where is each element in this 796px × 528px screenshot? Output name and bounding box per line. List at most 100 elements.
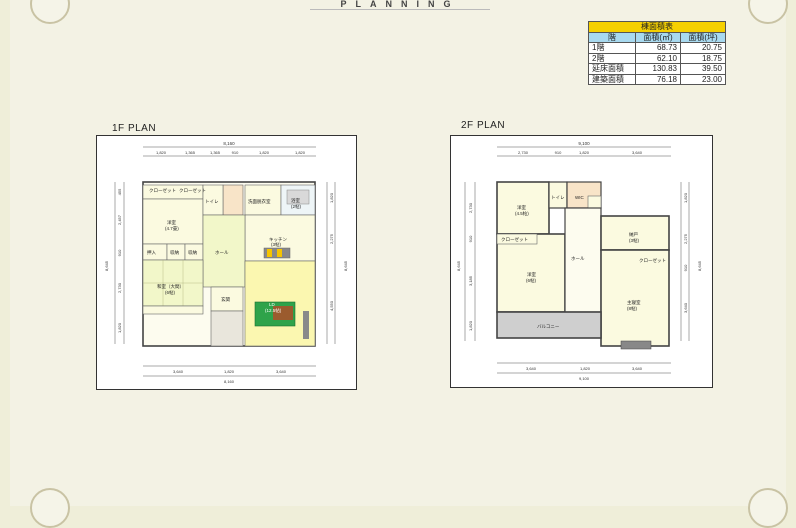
plan1-room-western-size: (4.7畳) <box>165 226 179 231</box>
title-underline <box>310 9 490 14</box>
plan2-left-dim: 2,730 <box>468 202 473 213</box>
plan2-room-room2-size: (6帖) <box>526 277 537 284</box>
area-table-header: 面積(坪) <box>680 31 726 43</box>
plan2-sheet: 9,100 2,730 910 1,820 3,640 3,640 1,820 … <box>450 135 713 388</box>
plan1-left-dim: 1,820 <box>117 322 122 333</box>
plan1-room-ld: LD <box>269 302 276 307</box>
area-table-title: 棟面積表 <box>588 21 726 33</box>
plan2-right-dim: 910 <box>683 264 688 271</box>
plan2-bottom-dim: 3,640 <box>526 366 537 371</box>
plan2-bottom-dim: 3,640 <box>632 366 643 371</box>
plan2-left-dim: 1,820 <box>468 320 473 331</box>
plan2-top-dim: 3,640 <box>632 150 643 155</box>
plan2-room-closet2: クローゼット <box>639 257 666 264</box>
plan2-top-dim: 1,820 <box>579 150 590 155</box>
corner-ornament-bottom-left <box>30 488 70 528</box>
plan2-bottom-total: 9,100 <box>579 376 590 381</box>
plan1-room-washitsu-size: (6帖) <box>165 289 176 296</box>
plan1-top-dim: 910 <box>232 150 239 155</box>
table-row: 1階 68.73 20.75 <box>588 42 726 54</box>
plan2-room-closet: クローゼット <box>501 236 528 243</box>
row-m2: 62.10 <box>635 52 681 64</box>
plan1-room-hall: ホール <box>215 250 229 255</box>
plan2-room-room2: 洋室 <box>527 271 536 278</box>
plan2-room-room1: 洋室 <box>517 204 526 211</box>
area-table: 棟面積表 階 面積(㎡) 面積(坪) 1階 68.73 20.75 2階 62.… <box>588 21 726 85</box>
page-title: PLANNING <box>340 0 460 9</box>
page-frame: PLANNING 棟面積表 階 面積(㎡) 面積(坪) 1階 68.73 20.… <box>0 0 796 528</box>
row-label: 建築面積 <box>588 73 636 85</box>
plan2-top-dim: 910 <box>555 150 562 155</box>
corner-ornament-bottom-right <box>748 488 788 528</box>
table-row: 延床面積 130.83 39.50 <box>588 63 726 75</box>
row-tsubo: 39.50 <box>680 63 726 75</box>
plan2-room-room1-size: (4.5帖) <box>515 210 529 217</box>
plan1-left-dim: 2,730 <box>117 282 122 293</box>
plan2-left-dim: 3,185 <box>468 275 473 286</box>
plan1-room-storage2: 収納 <box>188 249 197 256</box>
area-table-header: 面積(㎡) <box>635 31 681 43</box>
plan1-bottom-total: 8,160 <box>224 379 235 384</box>
plan2-room-wic: WIC <box>575 195 584 200</box>
plan2-right-dim: 1,820 <box>683 192 688 203</box>
plan1-room-western: 洋室 <box>167 219 176 226</box>
plan1-rooms <box>142 181 316 347</box>
plan1-bottom-dim: 1,820 <box>224 369 235 374</box>
plan2-top-total: 9,100 <box>578 141 590 146</box>
plan2-title: 2F PLAN <box>461 120 506 131</box>
plan2-room-master-size: (8帖) <box>627 305 638 312</box>
plan2-drawing: 9,100 2,730 910 1,820 3,640 3,640 1,820 … <box>456 141 702 381</box>
plan1-top-dim: 1,365 <box>210 150 221 155</box>
plan2-room-hall: ホール <box>571 256 585 261</box>
row-m2: 76.18 <box>635 73 681 85</box>
plan2-room-balcony: バルコニー <box>537 324 560 329</box>
plan1-room-genkan: 玄関 <box>221 296 230 303</box>
plan1-right-dim: 1,820 <box>329 192 334 203</box>
row-label: 延床面積 <box>588 63 636 75</box>
plan1-room-toilet: トイレ <box>205 199 219 204</box>
plan2-right-total: 8,645 <box>697 260 702 271</box>
plan2-left-total: 8,645 <box>456 260 461 271</box>
plan1-top-dim: 1,820 <box>259 150 270 155</box>
plan1-left-total: 8,645 <box>104 260 109 271</box>
plan2-right-dim: 2,275 <box>683 233 688 244</box>
plan1-bottom-dim: 3,640 <box>173 369 184 374</box>
plan1-room-ld-size: (12.5帖) <box>265 307 282 314</box>
plan1-top-dim: 1,820 <box>295 150 306 155</box>
plan1-right-dim: 2,275 <box>329 233 334 244</box>
plan1-room-closet1: クローゼット <box>149 187 176 194</box>
plan1-right-dim: 4,550 <box>329 300 334 311</box>
plan1-room-closet2: クローゼット <box>179 187 206 194</box>
table-row: 建築面積 76.18 23.00 <box>588 73 726 85</box>
plan2-left-dim: 910 <box>468 235 473 242</box>
plan2-top-dim: 2,730 <box>518 150 529 155</box>
plan2-room-wic2-size: (3帖) <box>629 237 640 244</box>
table-row: 2階 62.10 18.75 <box>588 52 726 64</box>
plan1-bottom-dim: 3,640 <box>276 369 287 374</box>
plan1-room-wash: 洗面脱衣室 <box>248 198 271 205</box>
plan1-left-dim: 455 <box>117 188 122 195</box>
plan2-room-wic2: 納戸 <box>629 231 638 238</box>
plan1-room-bath: 浴室 <box>291 197 300 204</box>
plan1-left-dim: 910 <box>117 249 122 256</box>
row-tsubo: 18.75 <box>680 52 726 64</box>
plan2-right-dim: 3,640 <box>683 302 688 313</box>
plan1-room-storage1: 収納 <box>170 249 179 256</box>
plan1-left-dim: 2,457 <box>117 214 122 225</box>
plan1-sheet: 8,160 1,820 1,365 1,365 910 1,820 1,820 … <box>96 135 357 390</box>
row-m2: 68.73 <box>635 42 681 54</box>
plan1-right-total: 8,645 <box>343 260 348 271</box>
row-label: 2階 <box>588 52 636 64</box>
plan2-room-master: 主寝室 <box>627 299 641 305</box>
plan1-room-oshiire: 押入 <box>147 249 156 256</box>
plan1-top-dim: 1,820 <box>156 150 167 155</box>
plan1-title: 1F PLAN <box>112 123 157 134</box>
plan1-top-dim: 1,365 <box>185 150 196 155</box>
row-label: 1階 <box>588 42 636 54</box>
plan1-room-bath-size: (2帖) <box>291 203 302 210</box>
row-tsubo: 23.00 <box>680 73 726 85</box>
plan2-bottom-dim: 1,820 <box>580 366 591 371</box>
plan2-room-toilet: トイレ <box>551 195 565 200</box>
row-tsubo: 20.75 <box>680 42 726 54</box>
row-m2: 130.83 <box>635 63 681 75</box>
